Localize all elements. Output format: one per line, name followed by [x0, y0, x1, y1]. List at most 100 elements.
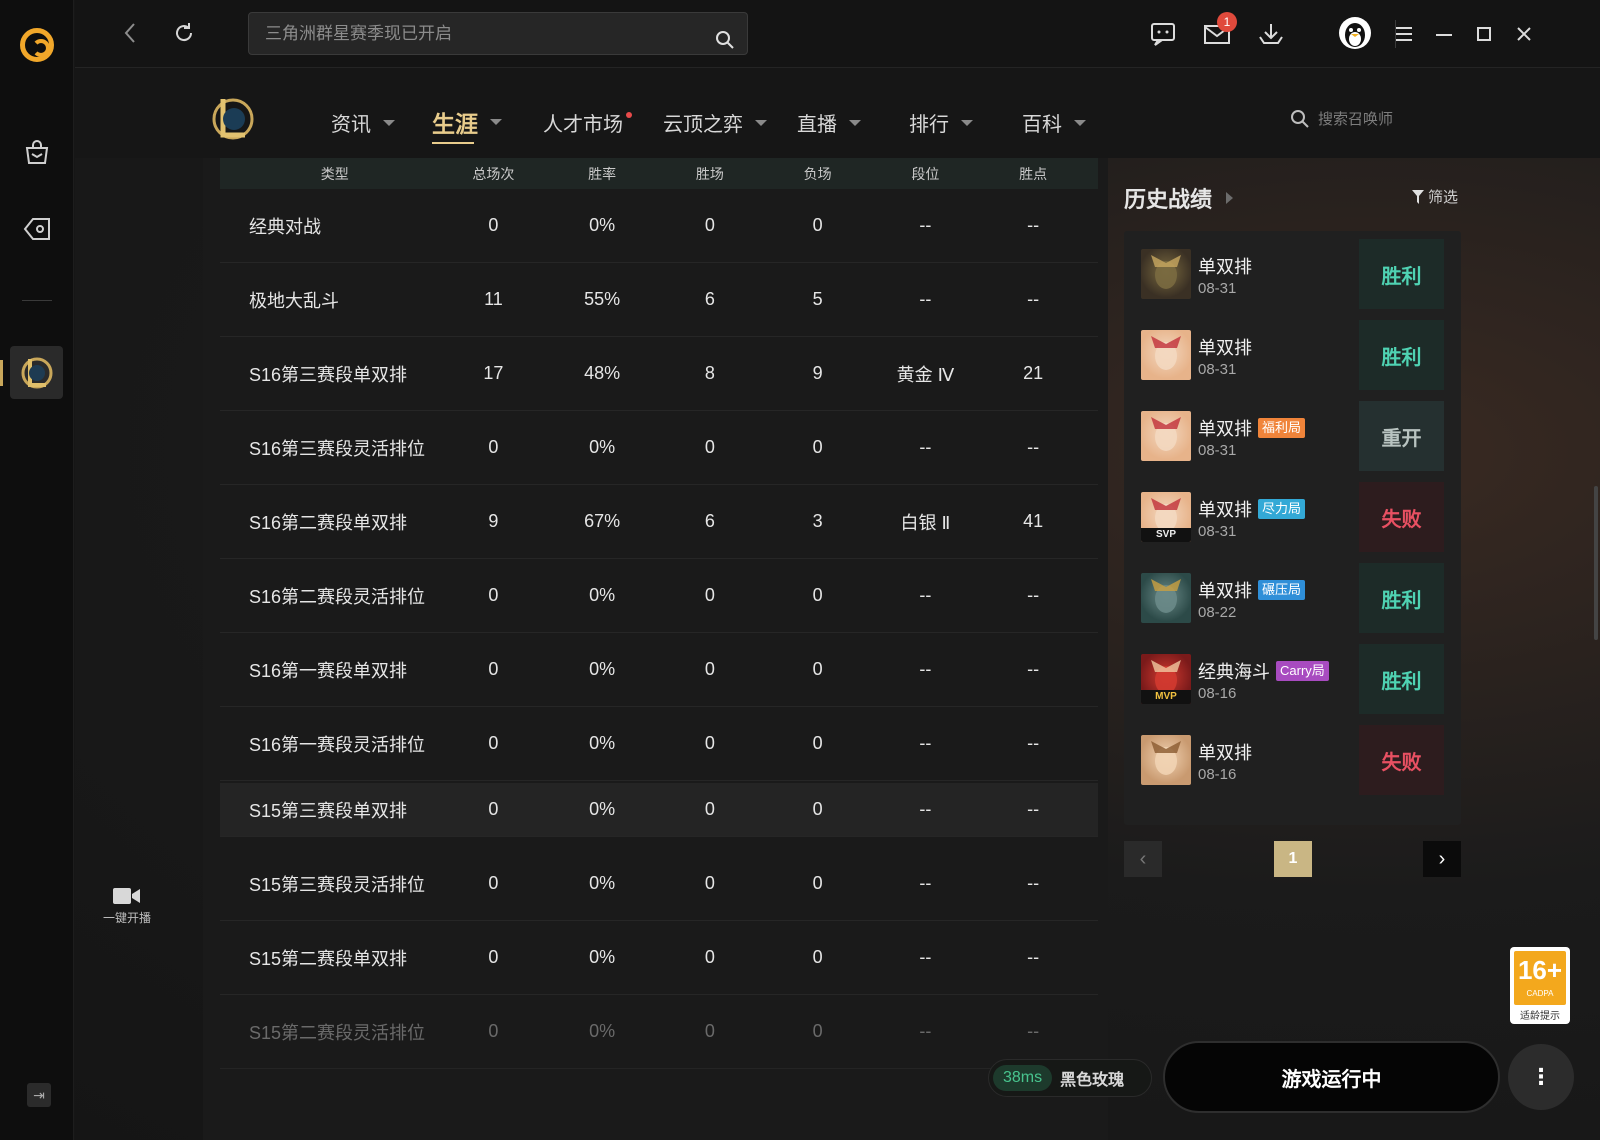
video-camera-icon: [113, 888, 140, 904]
table-row[interactable]: S16第一赛段灵活排位 0 0% 0 0 -- --: [220, 707, 1098, 781]
shop-bag-icon[interactable]: [22, 138, 52, 168]
pager-next-button[interactable]: ›: [1423, 841, 1461, 877]
close-icon[interactable]: [1508, 18, 1540, 50]
age-org: CADPA: [1526, 989, 1554, 998]
table-row[interactable]: 极地大乱斗 11 55% 6 5 -- --: [220, 263, 1098, 337]
row-rank: --: [919, 437, 932, 457]
back-icon[interactable]: [115, 18, 145, 48]
match-item[interactable]: 单双排 福利局 08-31 重开: [1141, 401, 1444, 471]
pager-prev-button[interactable]: ‹: [1124, 841, 1162, 877]
nav-news-label: 资讯: [331, 114, 371, 136]
nav-ranking[interactable]: 排行: [909, 108, 973, 137]
nav-talent-label: 人才市场: [543, 114, 623, 136]
row-losses: 9: [812, 363, 823, 383]
table-row[interactable]: S16第三赛段单双排 17 48% 8 9 黄金 Ⅳ 21: [220, 337, 1098, 411]
medal-badge: SVP: [1141, 528, 1191, 542]
chat-icon[interactable]: [1147, 18, 1179, 50]
header-rank: 段位: [911, 165, 940, 182]
refresh-icon[interactable]: [169, 18, 199, 48]
row-rank: --: [919, 1021, 932, 1041]
match-result: 失败: [1359, 482, 1444, 552]
page-scrollbar[interactable]: [1594, 486, 1598, 640]
match-mode: 单双排: [1198, 334, 1252, 360]
user-avatar[interactable]: [1339, 17, 1371, 49]
row-wins: 0: [704, 947, 715, 967]
row-losses: 0: [812, 215, 823, 235]
filter-button[interactable]: 筛选: [1412, 186, 1458, 207]
game-running-button[interactable]: 游戏运行中: [1163, 1041, 1500, 1113]
table-row[interactable]: S16第三赛段灵活排位 0 0% 0 0 -- --: [220, 411, 1098, 485]
nav-ranking-label: 排行: [909, 114, 949, 136]
download-icon[interactable]: [1255, 18, 1287, 50]
row-total: 9: [488, 511, 499, 531]
row-winrate: 67%: [584, 511, 621, 531]
nav-career[interactable]: 生涯: [432, 105, 502, 144]
one-click-live-button[interactable]: 一键开播: [97, 886, 157, 926]
table-row[interactable]: S15第二赛段灵活排位 0 0% 0 0 -- --: [220, 995, 1098, 1069]
global-search-input[interactable]: 三角洲群星赛季现已开启: [248, 12, 748, 55]
history-title[interactable]: 历史战绩: [1124, 182, 1234, 214]
summoner-search-input[interactable]: 搜索召唤师: [1290, 108, 1393, 129]
nav-live[interactable]: 直播: [797, 108, 861, 137]
match-mode: 经典海斗 Carry局: [1198, 658, 1329, 684]
chevron-down-icon: [490, 119, 502, 125]
row-rank: 白银 Ⅱ: [900, 512, 951, 533]
career-stats-table: 类型 总场次 胜率 胜场 负场 段位 胜点 经典对战 0 0% 0 0 -- -- 极地大乱斗…: [203, 158, 1108, 1140]
nav-tft[interactable]: 云顶之弈: [663, 108, 767, 137]
server-status[interactable]: 38ms 黑色玫瑰: [988, 1059, 1152, 1097]
match-item[interactable]: 单双排 08-16 失败: [1141, 725, 1444, 795]
header-losses: 负场: [803, 165, 832, 182]
game-tag-icon[interactable]: [22, 214, 52, 244]
match-mode: 单双排 碾压局: [1198, 577, 1306, 603]
table-row[interactable]: S16第二赛段灵活排位 0 0% 0 0 -- --: [220, 559, 1098, 633]
match-mode-label: 单双排: [1198, 500, 1252, 520]
search-icon[interactable]: [715, 24, 735, 65]
match-item[interactable]: 单双排 08-31 胜利: [1141, 320, 1444, 390]
match-result: 重开: [1359, 401, 1444, 471]
table-row[interactable]: S15第二赛段单双排 0 0% 0 0 -- --: [220, 921, 1098, 995]
app-logo-icon[interactable]: [20, 28, 54, 62]
table-row[interactable]: S15第三赛段单双排 0 0% 0 0 -- --: [220, 783, 1098, 837]
nav-talent-market[interactable]: 人才市场: [543, 108, 632, 137]
nav-wiki[interactable]: 百科: [1022, 108, 1086, 137]
table-row[interactable]: S15第三赛段灵活排位 0 0% 0 0 -- --: [220, 847, 1098, 921]
table-header: 类型 总场次 胜率 胜场 负场 段位 胜点: [220, 158, 1098, 189]
lol-logo-icon: [21, 357, 52, 388]
row-losses: 0: [812, 947, 823, 967]
collapse-rail-button[interactable]: ⇥: [27, 1083, 51, 1107]
history-title-text: 历史战绩: [1124, 187, 1213, 212]
lol-logo-icon[interactable]: [210, 93, 256, 145]
row-wins: 6: [704, 511, 715, 531]
pager-page-button[interactable]: 1: [1274, 841, 1312, 877]
match-item[interactable]: 单双排 碾压局 08-22 胜利: [1141, 563, 1444, 633]
match-tag: 碾压局: [1258, 580, 1306, 600]
chevron-down-icon: [1074, 119, 1086, 126]
row-points: 21: [1023, 363, 1044, 383]
more-options-button[interactable]: ⋮: [1508, 1044, 1574, 1110]
minimize-icon[interactable]: [1428, 18, 1460, 50]
maximize-icon[interactable]: [1468, 18, 1500, 50]
lol-game-tile[interactable]: [0, 346, 63, 399]
menu-icon[interactable]: [1388, 18, 1420, 50]
match-item[interactable]: 单双排 08-31 胜利: [1141, 239, 1444, 309]
nav-news[interactable]: 资讯: [331, 108, 395, 137]
row-type: S15第三赛段灵活排位: [249, 874, 426, 895]
row-winrate: 0%: [589, 659, 616, 679]
mail-icon[interactable]: 1: [1201, 12, 1237, 50]
row-losses: 0: [812, 873, 823, 893]
match-item[interactable]: MVP 经典海斗 Carry局 08-16 胜利: [1141, 644, 1444, 714]
match-result: 失败: [1359, 725, 1444, 795]
table-row[interactable]: S16第二赛段单双排 9 67% 6 3 白银 Ⅱ 41: [220, 485, 1098, 559]
row-winrate: 0%: [589, 873, 616, 893]
row-wins: 0: [704, 1021, 715, 1041]
match-date: 08-31: [1198, 280, 1237, 297]
table-row[interactable]: S16第一赛段单双排 0 0% 0 0 -- --: [220, 633, 1098, 707]
row-losses: 0: [812, 799, 823, 819]
table-row[interactable]: 经典对战 0 0% 0 0 -- --: [220, 189, 1098, 263]
chevron-down-icon: [383, 119, 395, 126]
filter-label: 筛选: [1428, 189, 1459, 206]
row-total: 0: [488, 733, 499, 753]
match-item[interactable]: SVP 单双排 尽力局 08-31 失败: [1141, 482, 1444, 552]
match-mode: 单双排: [1198, 739, 1252, 765]
left-rail: ⇥: [0, 0, 74, 1140]
